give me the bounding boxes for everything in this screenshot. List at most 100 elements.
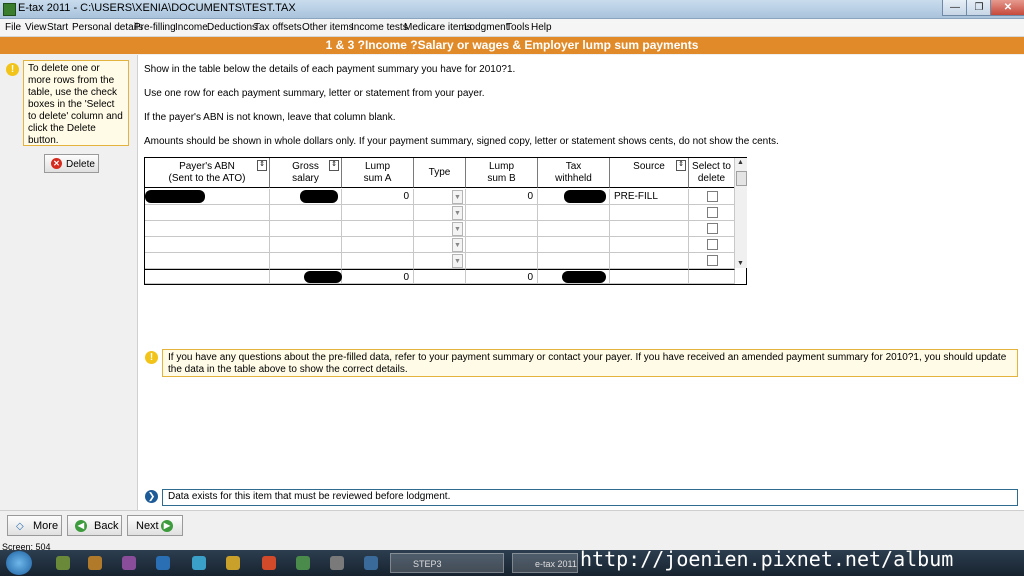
taskbar-app-icon[interactable]: [226, 556, 240, 570]
taskbar-app-icon[interactable]: [296, 556, 310, 570]
header-text: salary: [292, 173, 319, 184]
maximize-button[interactable]: ❐: [966, 0, 992, 16]
header-text: delete: [697, 173, 726, 184]
menu-start[interactable]: Start: [47, 22, 68, 33]
menu-personal-details[interactable]: Personal details: [72, 22, 143, 33]
menu-pre-filling[interactable]: Pre-filling: [134, 22, 176, 33]
close-button[interactable]: ✕: [990, 0, 1024, 16]
menu-income[interactable]: Income: [175, 22, 208, 33]
sort-icon[interactable]: ⇕: [676, 160, 686, 171]
instruction-1: Show in the table below the details of e…: [144, 64, 516, 75]
cell-payer-abn[interactable]: [145, 253, 270, 269]
cell-tax-withheld[interactable]: [538, 237, 610, 253]
type-dropdown-icon[interactable]: ▼: [452, 190, 463, 204]
taskbar-app-icon[interactable]: [56, 556, 70, 570]
cell-lump-sum-b[interactable]: [466, 237, 538, 253]
taskbar-app-icon[interactable]: [122, 556, 136, 570]
redacted-value: [562, 271, 606, 283]
instruction-3: If the payer's ABN is not known, leave t…: [144, 112, 396, 123]
app-icon: [3, 3, 16, 16]
next-button[interactable]: Next ▶: [127, 515, 183, 536]
arrow-right-icon: ❯: [145, 490, 158, 503]
column-header-select-to-delete: Select to delete: [689, 158, 735, 188]
taskbar-app-icon[interactable]: [330, 556, 344, 570]
cell-gross-salary[interactable]: [270, 221, 342, 237]
column-header-payer-abn[interactable]: Payer's ABN (Sent to the ATO) ⇕: [145, 158, 270, 188]
select-to-delete-checkbox[interactable]: [707, 191, 718, 202]
type-dropdown-icon[interactable]: ▼: [452, 206, 463, 220]
type-dropdown-icon[interactable]: ▼: [452, 254, 463, 268]
type-dropdown-icon[interactable]: ▼: [452, 222, 463, 236]
taskbar-app-icon[interactable]: [192, 556, 206, 570]
taskbar-app-icon[interactable]: [88, 556, 102, 570]
cell-lump-sum-b[interactable]: [466, 205, 538, 221]
cell-lump-sum-a[interactable]: 0: [342, 189, 414, 205]
header-text: sum A: [363, 173, 392, 184]
cell-tax-withheld[interactable]: [538, 253, 610, 269]
type-dropdown-icon[interactable]: ▼: [452, 238, 463, 252]
select-to-delete-checkbox[interactable]: [707, 207, 718, 218]
menu-lodgment[interactable]: Lodgment: [464, 22, 508, 33]
taskbar-app-icon[interactable]: [364, 556, 378, 570]
instruction-4: Amounts should be shown in whole dollars…: [144, 136, 779, 147]
menu-tools[interactable]: Tools: [506, 22, 529, 33]
cell-payer-abn[interactable]: [145, 221, 270, 237]
cell-gross-salary[interactable]: [270, 205, 342, 221]
cell-lump-sum-b[interactable]: 0: [466, 189, 538, 205]
watermark: http://joenien.pixnet.net/album: [580, 547, 954, 571]
instruction-2: Use one row for each payment summary, le…: [144, 88, 485, 99]
select-to-delete-checkbox[interactable]: [707, 239, 718, 250]
cell-gross-salary[interactable]: [270, 189, 342, 205]
column-header-gross-salary[interactable]: Gross salary ⇕: [270, 158, 342, 188]
sort-icon[interactable]: ⇕: [257, 160, 267, 171]
header-text: Lump: [488, 161, 514, 172]
scroll-up-icon[interactable]: ▲: [737, 159, 744, 166]
column-header-source[interactable]: Source ⇕: [610, 158, 689, 188]
column-header-lump-sum-a: Lump sum A: [342, 158, 414, 188]
scrollbar-thumb[interactable]: [736, 171, 747, 186]
back-button[interactable]: ◀ Back: [67, 515, 122, 536]
scroll-down-icon[interactable]: ▼: [737, 260, 744, 267]
cell-payer-abn[interactable]: [145, 189, 270, 205]
taskbar-app-icon[interactable]: [156, 556, 170, 570]
cell-payer-abn[interactable]: [145, 237, 270, 253]
total-select: [689, 269, 735, 284]
total-tax-withheld: [538, 269, 610, 284]
menu-deductions[interactable]: Deductions: [207, 22, 257, 33]
menu-income-tests[interactable]: Income tests: [351, 22, 408, 33]
taskbar-task-step3[interactable]: STEP3: [390, 553, 504, 573]
cell-lump-sum-a[interactable]: [342, 205, 414, 221]
delete-tip: To delete one or more rows from the tabl…: [23, 60, 129, 146]
select-to-delete-checkbox[interactable]: [707, 223, 718, 234]
cell-tax-withheld[interactable]: [538, 221, 610, 237]
menu-view[interactable]: View: [25, 22, 47, 33]
menu-tax-offsets[interactable]: Tax offsets: [254, 22, 302, 33]
menu-file[interactable]: File: [5, 22, 21, 33]
cell-lump-sum-b[interactable]: [466, 253, 538, 269]
cell-tax-withheld[interactable]: [538, 205, 610, 221]
cell-gross-salary[interactable]: [270, 253, 342, 269]
payment-summary-table: Payer's ABN (Sent to the ATO) ⇕ Gross sa…: [144, 157, 747, 285]
delete-button[interactable]: ✕ Delete: [44, 154, 99, 173]
total-type: [414, 269, 466, 284]
more-button[interactable]: ◇ More: [7, 515, 62, 536]
taskbar-task-etax[interactable]: e-tax 2011: [512, 553, 578, 573]
cell-payer-abn[interactable]: [145, 205, 270, 221]
menu-other-items[interactable]: Other items: [302, 22, 354, 33]
sort-icon[interactable]: ⇕: [329, 160, 339, 171]
cell-gross-salary[interactable]: [270, 237, 342, 253]
cell-lump-sum-a[interactable]: [342, 237, 414, 253]
taskbar-app-icon[interactable]: [262, 556, 276, 570]
total-gross-salary: [270, 269, 342, 284]
minimize-button[interactable]: —: [942, 0, 968, 16]
next-label: Next: [136, 520, 159, 532]
menu-help[interactable]: Help: [531, 22, 552, 33]
start-button[interactable]: [6, 551, 32, 575]
cell-lump-sum-a[interactable]: [342, 253, 414, 269]
menu-medicare-items[interactable]: Medicare items: [404, 22, 472, 33]
cell-tax-withheld[interactable]: [538, 189, 610, 205]
prefill-info-message: If you have any questions about the pre-…: [162, 349, 1018, 377]
select-to-delete-checkbox[interactable]: [707, 255, 718, 266]
cell-lump-sum-a[interactable]: [342, 221, 414, 237]
cell-lump-sum-b[interactable]: [466, 221, 538, 237]
